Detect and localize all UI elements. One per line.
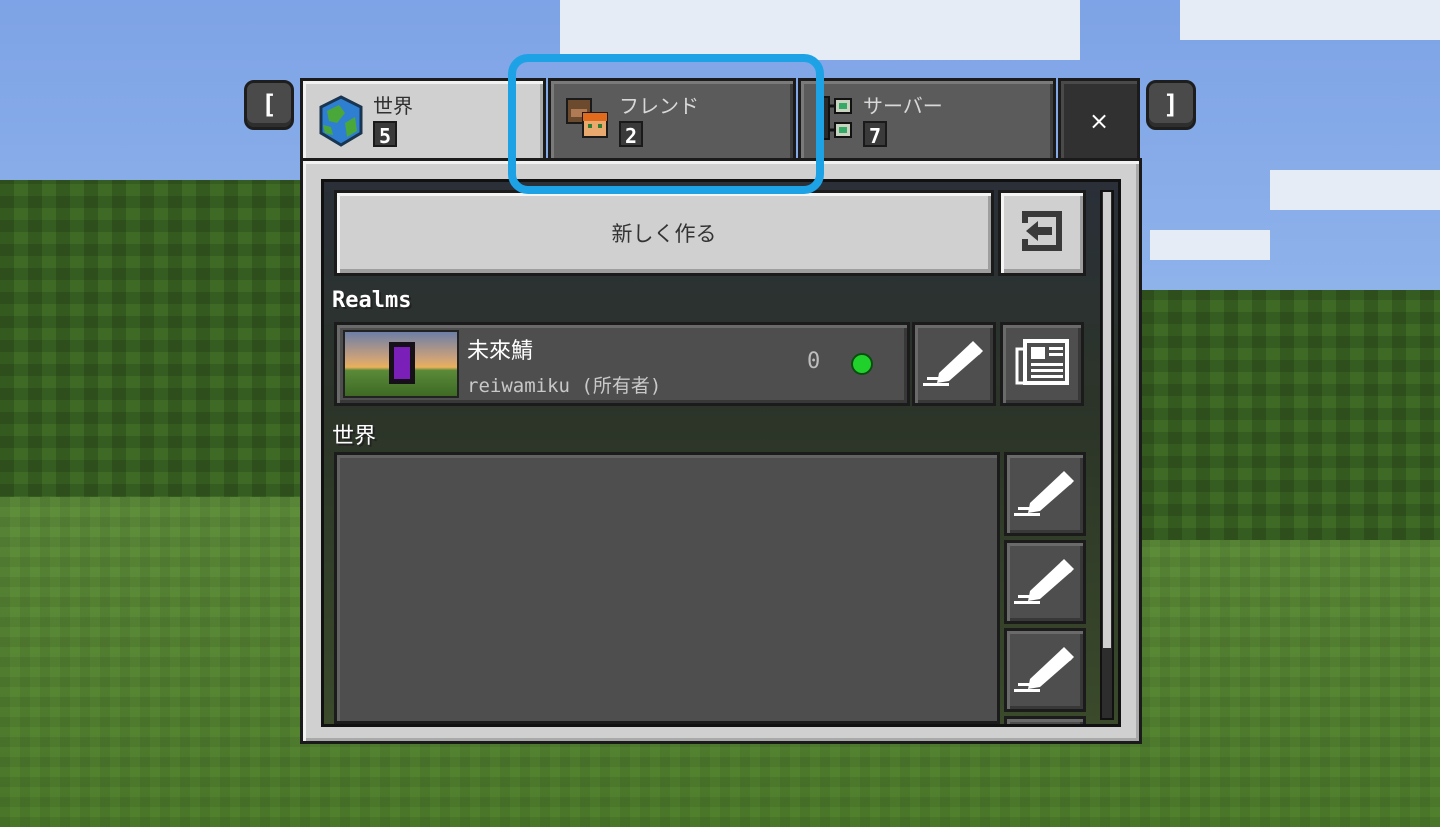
world-edit-button[interactable] (1004, 628, 1086, 712)
create-new-button[interactable]: 新しく作る (334, 190, 994, 276)
worlds-section-label: 世界 (332, 424, 377, 449)
scrollbar[interactable] (1100, 190, 1114, 720)
import-button[interactable] (998, 190, 1086, 276)
realm-row[interactable]: 未來鯖 reiwamiku (所有者) 0 (334, 322, 910, 406)
realm-owner: reiwamiku (所有者) (467, 375, 662, 397)
scrollbar-thumb[interactable] (1103, 192, 1111, 648)
right-bumper-glyph: ] (1163, 90, 1179, 120)
pencil-icon (1012, 643, 1078, 697)
world-edit-button[interactable] (1004, 540, 1086, 624)
right-bumper-key[interactable]: ] (1146, 80, 1196, 130)
realm-edit-button[interactable] (912, 322, 996, 406)
realms-section-label: Realms (332, 288, 412, 313)
tree-leaves (1140, 290, 1440, 540)
tab-servers-label: サーバー (863, 94, 943, 118)
worlds-scroll-area[interactable]: 新しく作る Realms 未來鯖 reiwamiku (所有者) 0 世界 (321, 179, 1121, 727)
tree-leaves (0, 180, 320, 520)
world-edit-button[interactable] (1004, 716, 1086, 724)
worlds-panel: 新しく作る Realms 未來鯖 reiwamiku (所有者) 0 世界 (300, 158, 1142, 744)
friends-tab-highlight (508, 54, 824, 194)
cloud (560, 0, 1080, 60)
nether-portal-image (389, 342, 415, 384)
pencil-icon (921, 337, 987, 391)
tab-worlds-count: 5 (373, 121, 397, 148)
world-edit-button[interactable] (1004, 452, 1086, 536)
online-status-icon (851, 353, 873, 375)
close-button[interactable]: × (1058, 78, 1140, 160)
left-bumper-glyph: [ (261, 90, 277, 120)
import-icon (1016, 207, 1068, 259)
globe-icon (317, 95, 365, 151)
pencil-icon (1012, 555, 1078, 609)
newspaper-icon (1015, 339, 1069, 389)
realm-feed-button[interactable] (1000, 322, 1084, 406)
cloud (1180, 0, 1440, 40)
cloud (1150, 230, 1270, 260)
pencil-icon (1012, 467, 1078, 521)
create-new-label: 新しく作る (611, 222, 717, 246)
world-list[interactable] (334, 452, 1000, 724)
realm-name: 未來鯖 (467, 339, 534, 364)
close-icon: × (1088, 106, 1110, 135)
left-bumper-key[interactable]: [ (244, 80, 294, 130)
tab-servers[interactable]: サーバー 7 (798, 78, 1056, 160)
cloud (1270, 170, 1440, 210)
realm-thumbnail (343, 330, 459, 398)
tab-servers-count: 7 (863, 121, 887, 148)
realm-player-count: 0 (807, 349, 821, 374)
tab-worlds-label: 世界 (373, 94, 413, 118)
